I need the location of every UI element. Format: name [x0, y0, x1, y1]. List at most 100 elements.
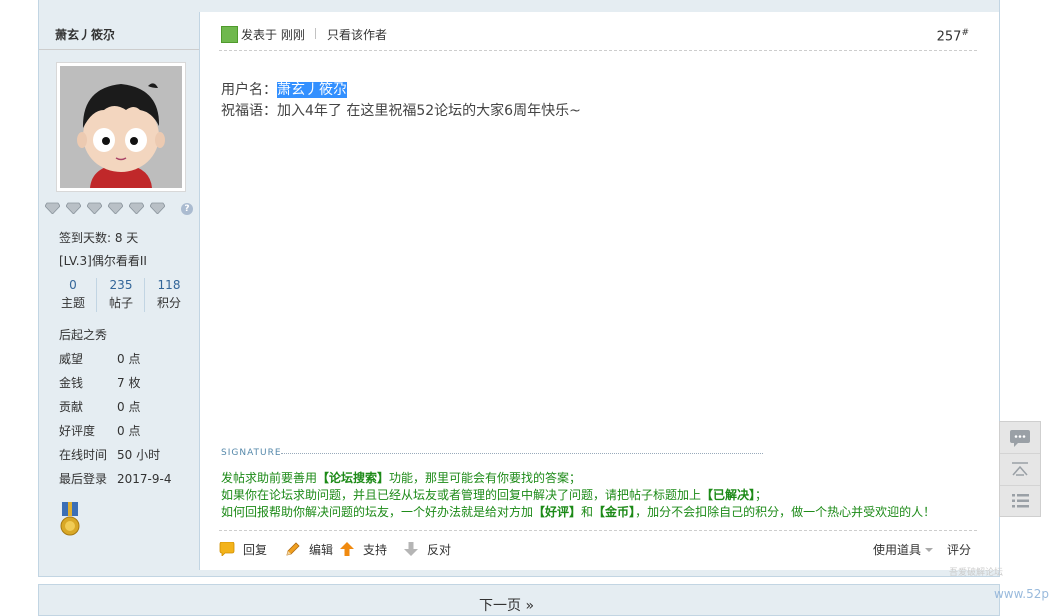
signature-text-part: ，加分不会扣除自己的积分，做一个热心并受欢迎的人！: [635, 505, 936, 519]
oppose-label: 反对: [427, 543, 452, 557]
field-value: 7 枚: [117, 376, 141, 390]
diamond-icon: [87, 202, 102, 214]
field-prestige: 威望 0 点: [59, 350, 140, 367]
signature-heading: SIGNATURE: [221, 448, 282, 458]
field-label: 威望: [59, 352, 84, 366]
divider: [315, 28, 316, 39]
oppose-button[interactable]: 反对: [403, 541, 451, 558]
post-header: 发表于 刚刚 只看该作者 257#: [219, 26, 977, 51]
stat-label: 积分: [156, 296, 181, 310]
signature-divider: [281, 453, 763, 454]
support-label: 支持: [363, 543, 388, 557]
reply-label: 回复: [243, 543, 268, 557]
reply-button[interactable]: 回复: [219, 541, 267, 558]
post-bottom-band: [39, 570, 999, 576]
signature-text-part: 和: [581, 505, 594, 519]
watermark-subtext: 吾爱破解论坛: [948, 568, 1003, 578]
stat-number: 235: [109, 278, 133, 292]
diamond-icon: [66, 202, 81, 214]
field-last-login: 最后登录 2017-9-4: [59, 470, 171, 487]
signature-line: 如何回报帮助你解决问题的坛友，一个好办法就是给对方加【好评】和【金币】，加分不会…: [221, 504, 935, 521]
rate-button[interactable]: 评分: [947, 541, 971, 558]
signature-link-search[interactable]: 【论坛搜索】: [317, 471, 389, 485]
diamond-icon: [108, 202, 123, 214]
field-money: 金钱 7 枚: [59, 374, 140, 391]
medal-icon[interactable]: [59, 502, 81, 538]
diamond-icon: [150, 202, 165, 214]
field-rating: 好评度 0 点: [59, 422, 140, 439]
chevron-down-icon: [925, 548, 934, 552]
user-group[interactable]: 后起之秀: [59, 326, 107, 343]
avatar-image: [60, 66, 182, 188]
field-value: 0 点: [117, 424, 141, 438]
stat-threads[interactable]: 0 主题: [49, 276, 97, 312]
next-page-bar[interactable]: 下一页 »: [38, 584, 1000, 616]
floor-mark: #: [961, 28, 969, 38]
rank-gems: ?: [45, 202, 195, 216]
post-top-band: [39, 0, 999, 12]
signature-line: 如果你在论坛求助问题，并且已经从坛友或者管理的回复中解决了问题，请把帖子标题加上…: [221, 487, 935, 504]
edit-label: 编辑: [309, 543, 334, 557]
thumbs-up-arrow-icon: [340, 542, 354, 556]
diamond-icon: [129, 202, 144, 214]
content-line-wish: 祝福语：加入4年了 在这里祝福52论坛的大家6周年快乐~: [221, 103, 581, 119]
back-to-list-button[interactable]: [1000, 485, 1040, 516]
signature-line: 发帖求助前要善用【论坛搜索】功能，那里可能会有你要找的答案；: [221, 470, 935, 487]
field-contribution: 贡献 0 点: [59, 398, 140, 415]
content-label: 用户名：: [221, 82, 277, 98]
user-level[interactable]: [LV.3]偶尔看看II: [59, 252, 147, 269]
author-sidebar: 萧玄丿筱尕 ? 签到天数: 8 天 [LV.3]偶尔看看II 0 主题 235 …: [39, 12, 200, 573]
signature-text: 发帖求助前要善用【论坛搜索】功能，那里可能会有你要找的答案； 如果你在论坛求助问…: [221, 470, 935, 521]
user-icon: [221, 26, 238, 43]
field-value: 0 点: [117, 352, 141, 366]
user-stats: 0 主题 235 帖子 118 积分: [49, 276, 193, 324]
reply-icon: [219, 542, 235, 556]
post-footer: 回复 编辑 支持 反对 使用道具 评分: [219, 530, 977, 561]
only-author-link[interactable]: 只看该作者: [327, 26, 387, 43]
next-page-label: 下一页 »: [479, 598, 535, 614]
post-time: 发表于 刚刚: [241, 28, 305, 42]
signature-text-part: 功能，那里可能会有你要找的答案；: [389, 471, 582, 485]
field-value: 0 点: [117, 400, 141, 414]
content-line-username: 用户名：萧玄丿筱尕: [221, 80, 581, 101]
signature-emphasis: 【金币】: [593, 505, 636, 519]
field-label: 好评度: [59, 424, 96, 438]
author-name[interactable]: 萧玄丿筱尕: [55, 26, 115, 43]
signature-text-part: ；: [755, 488, 768, 502]
stat-label: 主题: [60, 296, 85, 310]
field-value: 50 小时: [117, 448, 161, 462]
avatar-frame[interactable]: [56, 62, 186, 192]
floor-number[interactable]: 257#: [937, 28, 969, 44]
field-value: 2017-9-4: [117, 472, 172, 486]
field-label: 最后登录: [59, 472, 108, 486]
avatar[interactable]: [60, 66, 182, 188]
watermark: www.52p: [993, 587, 1049, 601]
signature-text-part: 发帖求助前要善用: [221, 471, 318, 485]
divider: [39, 49, 199, 50]
post-container: 萧玄丿筱尕 ? 签到天数: 8 天 [LV.3]偶尔看看II 0 主题 235 …: [38, 0, 1000, 577]
stat-points[interactable]: 118 积分: [145, 276, 193, 312]
signature-emphasis: 【已解决】: [701, 488, 756, 502]
field-label: 金钱: [59, 376, 84, 390]
help-icon[interactable]: ?: [181, 203, 193, 215]
signature-text-part: 如果你在论坛求助问题，并且已经从坛友或者管理的回复中解决了问题，请把帖子标题加上: [221, 488, 702, 502]
thumbs-down-arrow-icon: [404, 542, 418, 556]
list-icon: [1012, 494, 1029, 508]
support-button[interactable]: 支持: [339, 541, 387, 558]
edit-button[interactable]: 编辑: [285, 541, 333, 558]
stat-number: 118: [157, 278, 181, 292]
quick-reply-button[interactable]: [1000, 422, 1040, 454]
checkin-days: 签到天数: 8 天: [59, 231, 139, 245]
back-to-top-icon: [1012, 462, 1028, 476]
diamond-icon: [45, 202, 60, 214]
signature-text-part: 如何回报帮助你解决问题的坛友，一个好办法就是给对方加: [221, 505, 534, 519]
use-tools-menu[interactable]: 使用道具: [873, 541, 934, 558]
selected-username: 萧玄丿筱尕: [277, 82, 347, 98]
field-label: 贡献: [59, 400, 84, 414]
back-to-top-button[interactable]: [1000, 454, 1040, 486]
floating-toolbar: [999, 421, 1041, 517]
comment-icon: [1010, 430, 1030, 447]
stat-posts[interactable]: 235 帖子: [97, 276, 145, 312]
pencil-icon: [286, 542, 300, 556]
stat-number: 0: [69, 278, 77, 292]
